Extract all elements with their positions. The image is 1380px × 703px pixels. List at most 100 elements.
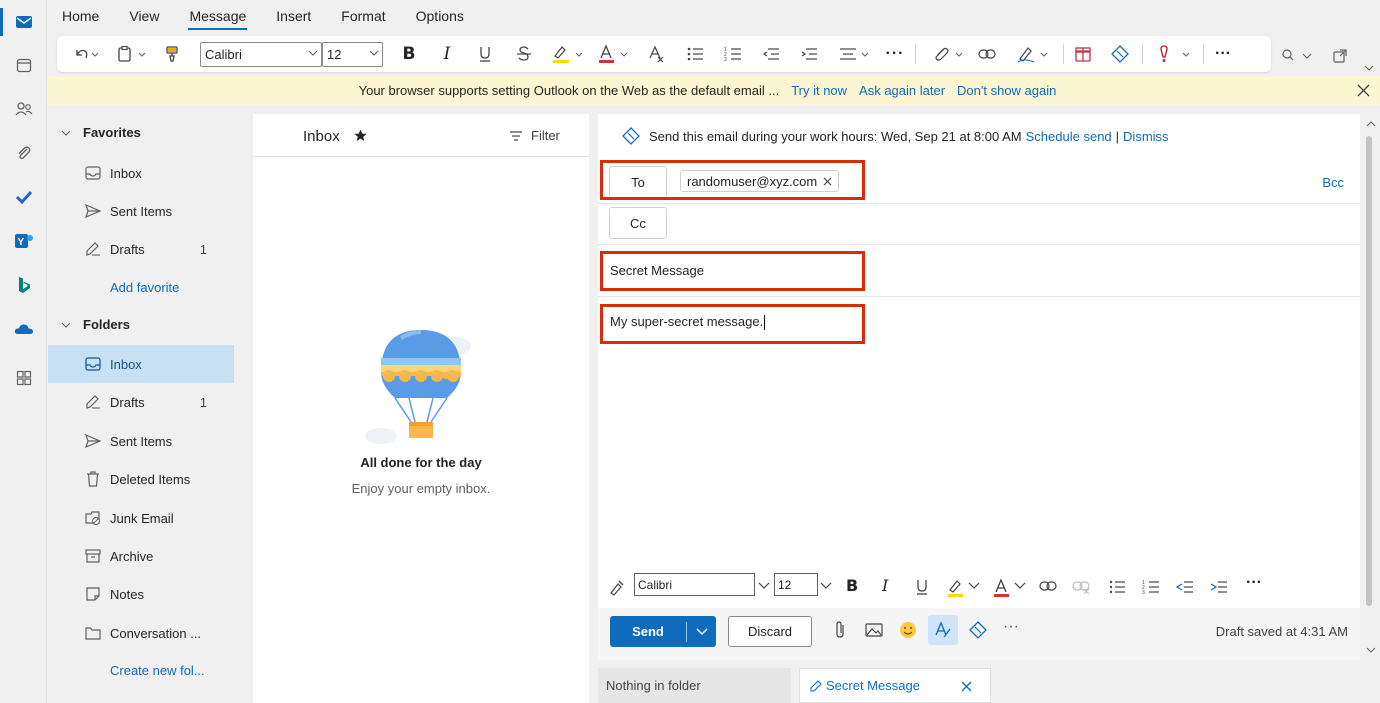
favorite-inbox[interactable]: Inbox (48, 154, 234, 192)
italic-icon[interactable]: I (435, 36, 459, 72)
bcc-link[interactable]: Bcc (1322, 175, 1344, 190)
bold-icon[interactable]: B (846, 576, 858, 595)
folder-inbox[interactable]: Inbox (48, 345, 234, 383)
font-color-icon[interactable] (594, 36, 634, 72)
signature-icon[interactable] (1013, 36, 1053, 72)
undo-icon[interactable] (69, 36, 103, 72)
chevron-down-icon[interactable] (820, 582, 832, 590)
chevron-down-icon[interactable] (687, 628, 716, 636)
decrease-indent-icon[interactable] (1176, 580, 1194, 594)
more-options-icon[interactable]: ··· (1003, 618, 1019, 636)
dismiss-link[interactable]: Dismiss (1123, 129, 1169, 144)
tab-home[interactable]: Home (47, 0, 114, 32)
increase-indent-icon[interactable] (797, 36, 821, 72)
tab-nothing-in-folder[interactable]: Nothing in folder (598, 668, 791, 703)
bullet-list-icon[interactable] (1108, 580, 1126, 594)
attach-icon[interactable] (834, 621, 846, 639)
font-name-dropdown[interactable]: Calibri (634, 573, 755, 596)
bullet-list-icon[interactable] (683, 36, 707, 72)
italic-icon[interactable]: I (882, 576, 888, 595)
favorite-drafts[interactable]: Drafts 1 (48, 230, 234, 268)
close-icon[interactable] (1357, 84, 1370, 97)
link-icon[interactable] (975, 36, 999, 72)
schedule-diamond-icon[interactable] (1108, 36, 1132, 72)
vertical-scrollbar[interactable] (1362, 114, 1380, 660)
send-button[interactable]: Send (610, 616, 716, 647)
highlight-icon[interactable] (946, 578, 984, 598)
bing-icon[interactable] (0, 270, 47, 300)
folder-conversation-history[interactable]: Conversation ... (48, 614, 234, 652)
font-name-dropdown[interactable]: Calibri (200, 42, 322, 67)
create-new-folder-link[interactable]: Create new fol... (110, 663, 205, 678)
folders-header[interactable]: Folders (61, 317, 130, 332)
dont-show-again-link[interactable]: Don't show again (957, 83, 1056, 98)
folder-drafts[interactable]: Drafts 1 (48, 383, 234, 421)
format-painter-icon[interactable] (608, 578, 626, 596)
folder-junk-email[interactable]: Junk Email (48, 499, 234, 537)
format-bar: Calibri 12 B I 123 ··· (598, 570, 1360, 604)
tab-insert[interactable]: Insert (261, 0, 326, 32)
pop-out-icon[interactable] (1330, 38, 1350, 74)
editor-icon[interactable] (928, 615, 958, 645)
folder-deleted-items[interactable]: Deleted Items (48, 460, 234, 498)
more-formatting-icon[interactable]: ··· (883, 36, 907, 72)
apps-addin-icon[interactable] (1071, 36, 1095, 72)
font-size-dropdown[interactable]: 12 (322, 42, 383, 67)
clear-format-icon[interactable] (645, 36, 669, 72)
attachment-icon[interactable] (0, 138, 47, 168)
attach-icon[interactable] (929, 36, 969, 72)
tab-message[interactable]: Message (174, 0, 261, 32)
emoji-icon[interactable] (899, 621, 917, 639)
bold-icon[interactable]: B (397, 36, 421, 72)
schedule-send-link[interactable]: Schedule send (1026, 129, 1112, 144)
link-icon[interactable] (1039, 580, 1057, 592)
people-icon[interactable] (0, 94, 47, 124)
importance-icon[interactable] (1155, 36, 1195, 72)
tab-options[interactable]: Options (401, 0, 479, 32)
unlink-icon[interactable] (1072, 580, 1090, 594)
zoom-icon[interactable] (1278, 38, 1318, 74)
more-formatting-icon[interactable]: ··· (1246, 574, 1262, 592)
onedrive-icon[interactable] (0, 314, 47, 344)
tab-format[interactable]: Format (326, 0, 400, 32)
font-size-dropdown[interactable]: 12 (774, 573, 818, 596)
apps-icon[interactable] (0, 363, 47, 393)
font-color-icon[interactable] (992, 578, 1030, 598)
try-it-now-link[interactable]: Try it now (791, 83, 847, 98)
close-icon[interactable] (961, 681, 972, 692)
mail-icon[interactable] (0, 7, 47, 37)
yammer-icon[interactable]: Y (0, 226, 47, 256)
strikethrough-icon[interactable] (512, 36, 536, 72)
discard-button[interactable]: Discard (728, 616, 812, 647)
cc-button[interactable]: Cc (609, 207, 667, 239)
favorites-header[interactable]: Favorites (61, 125, 141, 140)
ribbon-collapse-icon[interactable] (1364, 64, 1374, 72)
highlight-icon[interactable] (548, 36, 588, 72)
decrease-indent-icon[interactable] (759, 36, 783, 72)
more-options-icon[interactable]: ··· (1211, 36, 1235, 72)
ask-again-later-link[interactable]: Ask again later (859, 83, 945, 98)
add-favorite-link[interactable]: Add favorite (110, 280, 179, 295)
paste-icon[interactable] (115, 36, 149, 72)
numbered-list-icon[interactable]: 123 (1142, 580, 1160, 594)
scrollbar-thumb[interactable] (1366, 136, 1372, 606)
increase-indent-icon[interactable] (1210, 580, 1228, 594)
format-painter-icon[interactable] (161, 36, 183, 72)
favorite-sent-items[interactable]: Sent Items (48, 192, 234, 230)
tab-secret-message[interactable]: Secret Message (799, 668, 991, 703)
folder-sent-items[interactable]: Sent Items (48, 422, 234, 460)
underline-icon[interactable] (915, 578, 929, 596)
filter-button[interactable]: Filter (509, 128, 560, 143)
chevron-down-icon[interactable] (758, 582, 770, 590)
folder-notes[interactable]: Notes (48, 575, 234, 613)
align-icon[interactable] (835, 36, 875, 72)
folder-archive[interactable]: Archive (48, 537, 234, 575)
underline-icon[interactable] (473, 36, 497, 72)
star-icon[interactable] (354, 129, 367, 142)
calendar-icon[interactable] (0, 50, 47, 80)
schedule-diamond-icon[interactable] (969, 621, 987, 639)
todo-icon[interactable] (0, 182, 47, 212)
tab-view[interactable]: View (114, 0, 174, 32)
numbered-list-icon[interactable]: 123 (721, 36, 745, 72)
insert-picture-icon[interactable] (865, 623, 883, 637)
